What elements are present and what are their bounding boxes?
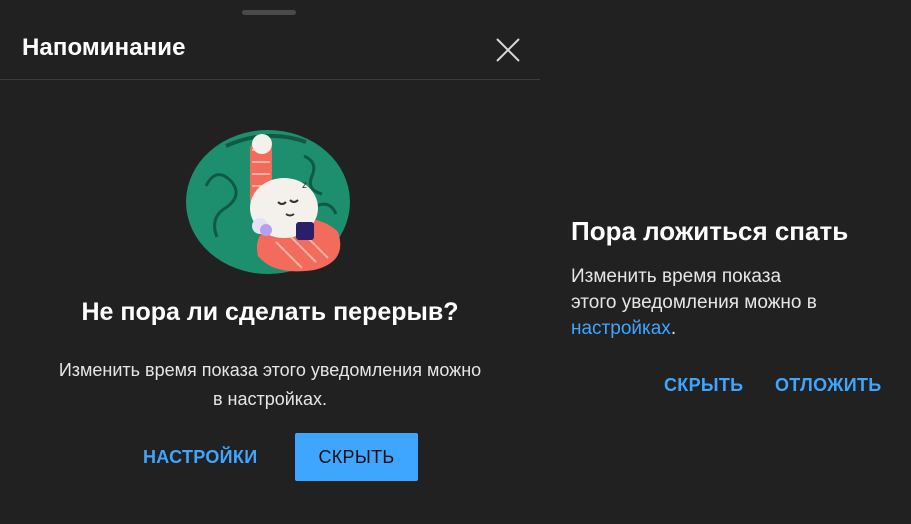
svg-text:z: z xyxy=(302,180,307,191)
drag-handle[interactable] xyxy=(242,10,296,15)
reminder-bottom-sheet: Напоминание z Не пора ли сделать перерыв… xyxy=(0,0,540,524)
screen: Напоминание z Не пора ли сделать перерыв… xyxy=(0,0,911,524)
sheet-header: Напоминание xyxy=(0,22,540,80)
dialog-body-line2: этого уведомления можно в xyxy=(571,292,817,313)
settings-button[interactable]: НАСТРОЙКИ xyxy=(143,447,257,468)
close-button[interactable] xyxy=(490,32,526,68)
bedtime-dialog: Пора ложиться спать Изменить время показ… xyxy=(541,0,911,524)
sheet-body-line1: Изменить время показа этого уведомления … xyxy=(58,360,482,380)
sheet-heading: Не пора ли сделать перерыв? xyxy=(81,298,459,326)
dialog-body-suffix: . xyxy=(670,318,677,339)
sleeping-character-illustration: z xyxy=(186,130,350,274)
dialog-body-line1: Изменить время показа xyxy=(571,266,782,287)
sheet-title: Напоминание xyxy=(22,34,186,61)
close-icon xyxy=(496,38,520,62)
hide-button[interactable]: СКРЫТЬ xyxy=(295,433,418,481)
dialog-body-line3: настройках. xyxy=(571,316,891,342)
dialog-title: Пора ложиться спать xyxy=(571,216,849,246)
dialog-hide-button[interactable]: СКРЫТЬ xyxy=(664,375,743,396)
sheet-body: Изменить время показа этого уведомления … xyxy=(20,356,520,414)
sheet-body-line2: в настройках. xyxy=(212,389,328,409)
settings-link[interactable]: настройках xyxy=(571,318,671,339)
dialog-snooze-button[interactable]: ОТЛОЖИТЬ xyxy=(775,375,881,396)
dialog-body: Изменить время показа этого уведомления … xyxy=(571,264,891,342)
